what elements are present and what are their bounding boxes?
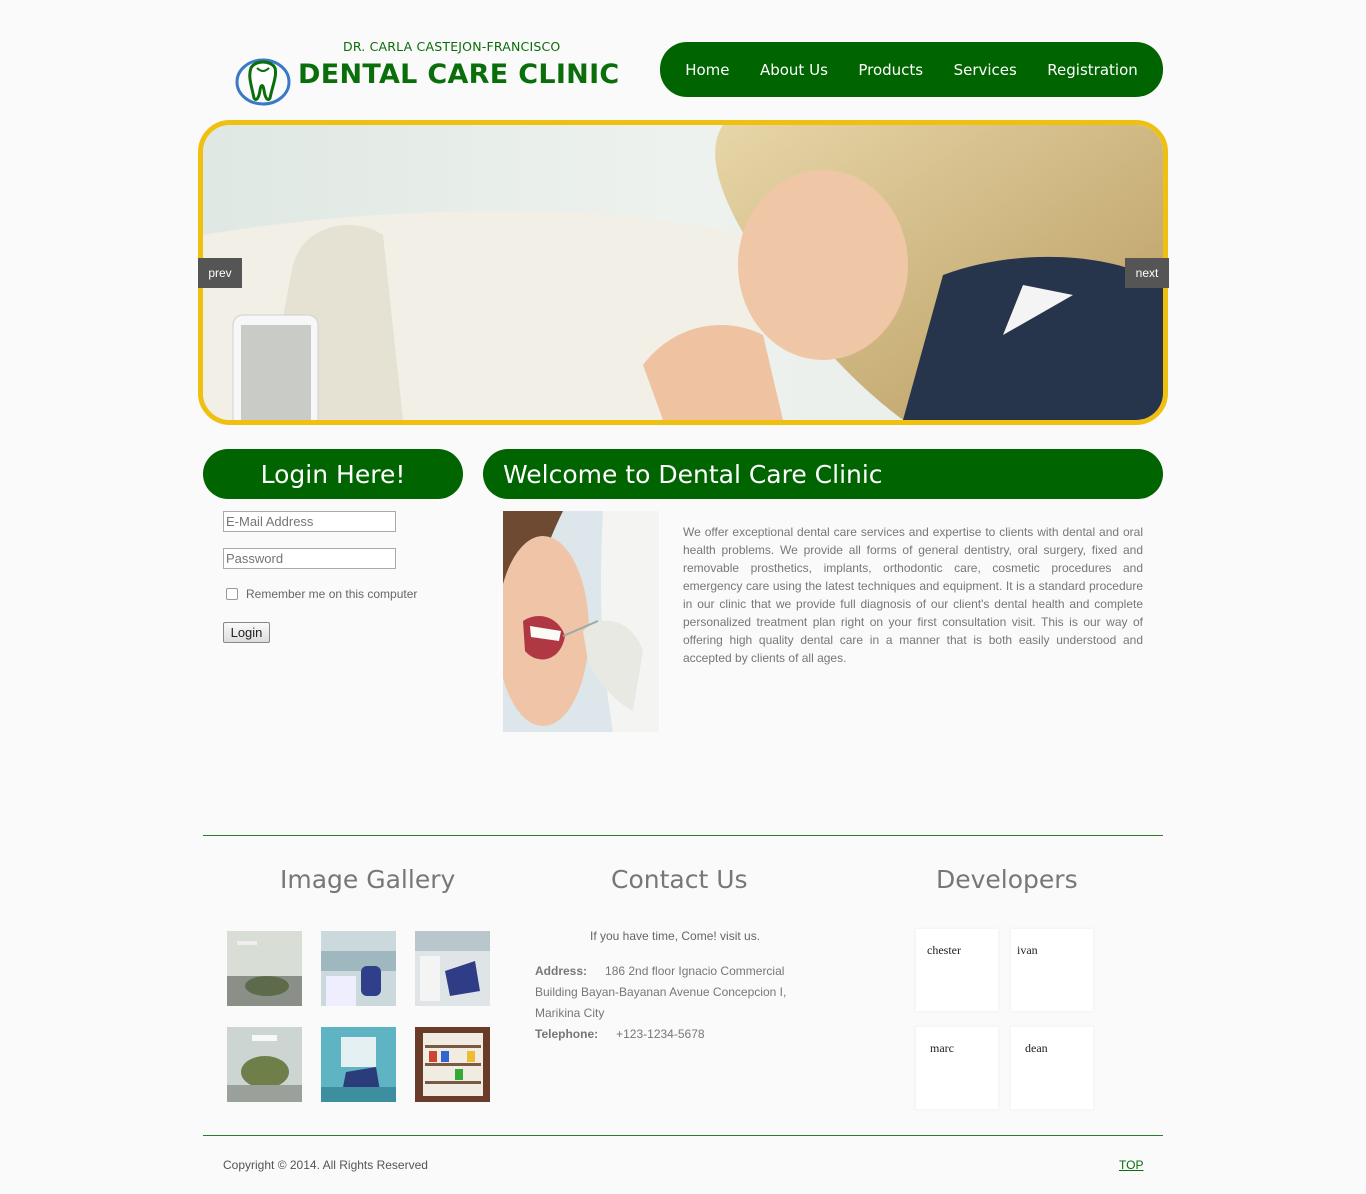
back-to-top-link[interactable]: TOP [1119, 1158, 1143, 1172]
tooth-icon [235, 58, 291, 106]
nav-registration[interactable]: Registration [1043, 55, 1141, 85]
gallery-thumbnail[interactable] [415, 931, 490, 1006]
slider-next-button[interactable]: next [1125, 258, 1169, 288]
developer-card[interactable]: ivan [1011, 929, 1093, 1011]
welcome-body: We offer exceptional dental care service… [683, 525, 1143, 665]
developers-title: Developers [936, 865, 1078, 894]
copyright-text: Copyright © 2014. All Rights Reserved [223, 1158, 428, 1172]
gallery-thumbnail[interactable] [227, 1027, 302, 1102]
footer-top-divider [203, 835, 1163, 836]
gallery-thumbnail[interactable] [321, 931, 396, 1006]
nav-products[interactable]: Products [854, 55, 927, 85]
remember-label: Remember me on this computer [246, 587, 418, 601]
gallery-thumbnail[interactable] [321, 1027, 396, 1102]
page: DR. CARLA CASTEJON-FRANCISCO DENTAL CARE… [198, 0, 1169, 1194]
email-field[interactable] [223, 511, 396, 532]
logo-clinic-name: DENTAL CARE CLINIC [298, 59, 620, 90]
dental-exam-image [503, 511, 659, 732]
footer-bottom-divider [203, 1135, 1163, 1136]
remember-checkbox[interactable] [226, 588, 238, 600]
logo-doctor-name: DR. CARLA CASTEJON-FRANCISCO [343, 39, 561, 54]
developer-card[interactable]: marc [916, 1027, 998, 1109]
address-label: Address: [535, 964, 588, 978]
hero-slider [198, 120, 1168, 425]
gallery-thumbnail[interactable] [415, 1027, 490, 1102]
gallery-title: Image Gallery [280, 865, 456, 894]
slider-prev-button[interactable]: prev [198, 258, 242, 288]
nav-about-us[interactable]: About Us [756, 55, 832, 85]
developer-card[interactable]: dean [1011, 1027, 1093, 1109]
telephone-label: Telephone: [535, 1027, 599, 1041]
login-button[interactable]: Login [223, 622, 270, 643]
dental-exam-photo [503, 511, 659, 732]
hero-slide-image [203, 125, 1163, 420]
nav-home[interactable]: Home [681, 55, 733, 85]
login-title: Login Here! [203, 449, 463, 499]
contact-intro: If you have time, Come! visit us. [590, 929, 761, 943]
contact-title: Contact Us [611, 865, 748, 894]
gallery-thumbnail[interactable] [227, 931, 302, 1006]
telephone-value: +123-1234-5678 [616, 1027, 705, 1041]
password-field[interactable] [223, 548, 396, 569]
contact-details: Address: 186 2nd floor Ignacio Commercial… [535, 961, 805, 1045]
welcome-title: Welcome to Dental Care Clinic [483, 449, 1163, 499]
remember-me[interactable]: Remember me on this computer [226, 587, 417, 601]
logo[interactable]: DR. CARLA CASTEJON-FRANCISCO DENTAL CARE… [235, 38, 619, 106]
main-nav: Home About Us Products Services Registra… [660, 42, 1163, 97]
nav-services[interactable]: Services [950, 55, 1021, 85]
developer-card[interactable]: chester [916, 929, 998, 1011]
